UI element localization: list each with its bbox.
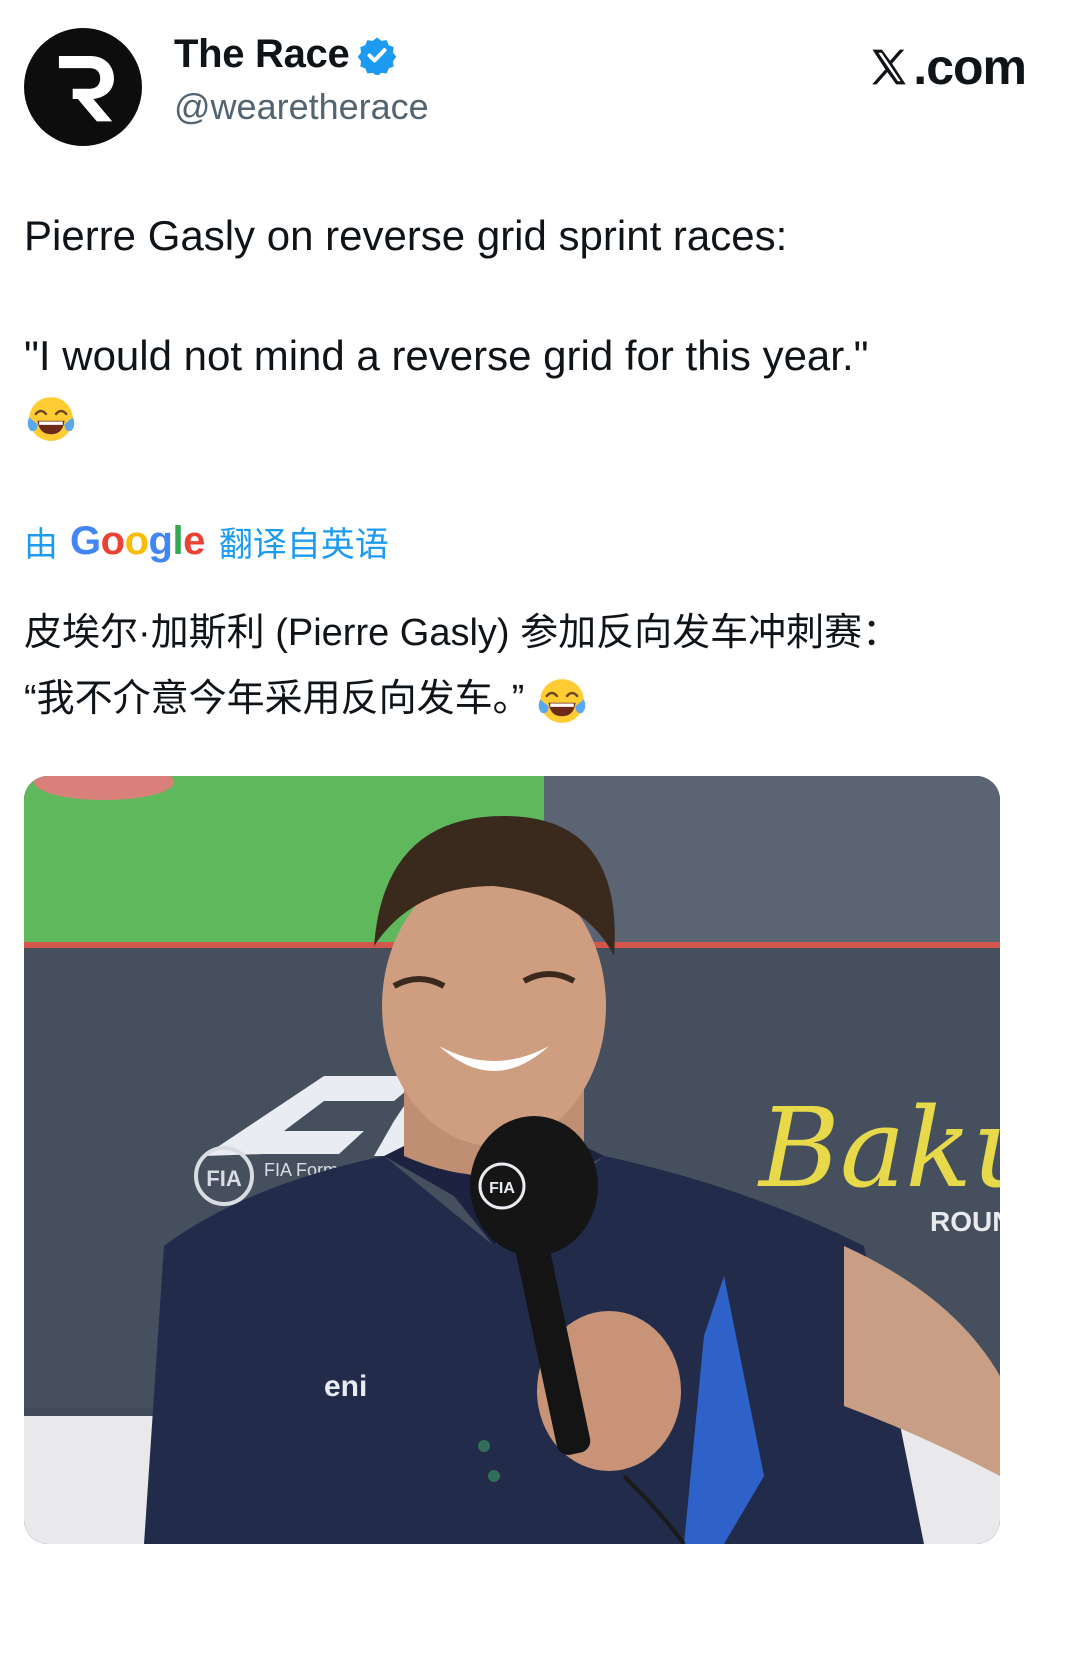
author-display-name[interactable]: The Race	[174, 32, 350, 77]
translated-text: 皮埃尔·加斯利 (Pierre Gasly) 参加反向发车冲刺赛： “我不介意今…	[24, 600, 1054, 732]
tweet-header: The Race @wearetherace .com	[24, 28, 1056, 148]
brand-label: .com	[913, 39, 1027, 95]
fia-logo-text: FIA	[206, 1166, 242, 1191]
tweet-line-1: Pierre Gasly on reverse grid sprint race…	[24, 212, 788, 259]
translation-prefix: 由	[24, 525, 58, 564]
verified-badge-icon	[358, 37, 397, 75]
backdrop-round-text: ROUND	[930, 1206, 1000, 1237]
translated-line-1: 皮埃尔·加斯利 (Pierre Gasly) 参加反向发车冲刺赛：	[24, 612, 901, 654]
avatar[interactable]	[24, 28, 142, 146]
baku-backdrop-text: Baku	[757, 1084, 1000, 1212]
translation-suffix: 翻译自英语	[218, 525, 389, 564]
face-with-tears-of-joy-emoji	[27, 396, 75, 441]
author-name-row[interactable]: The Race	[174, 32, 397, 77]
author-handle[interactable]: @wearetherace	[174, 86, 429, 128]
shirt-sponsor-text: eni	[324, 1370, 367, 1403]
tweet-body: Pierre Gasly on reverse grid sprint race…	[24, 206, 1044, 446]
mic-logo-text: FIA	[489, 1180, 515, 1197]
translated-line-2: “我不介意今年采用反向发车。”	[24, 678, 525, 720]
tweet-line-2: "I would not mind a reverse grid for thi…	[24, 332, 869, 379]
photo-illustration: FIA FIA Form Baku ROUND eni FIA	[24, 776, 1000, 1544]
translation-attribution[interactable]: 由 Google 翻译自英语	[24, 516, 389, 566]
press-conference-photo[interactable]: FIA FIA Form Baku ROUND eni FIA	[24, 776, 1000, 1544]
face-with-tears-of-joy-emoji	[538, 679, 586, 723]
x-com-brand: .com	[867, 38, 1027, 96]
the-race-logo-icon	[58, 56, 114, 122]
x-logo-icon	[872, 49, 906, 85]
google-wordmark: Google	[70, 518, 205, 563]
